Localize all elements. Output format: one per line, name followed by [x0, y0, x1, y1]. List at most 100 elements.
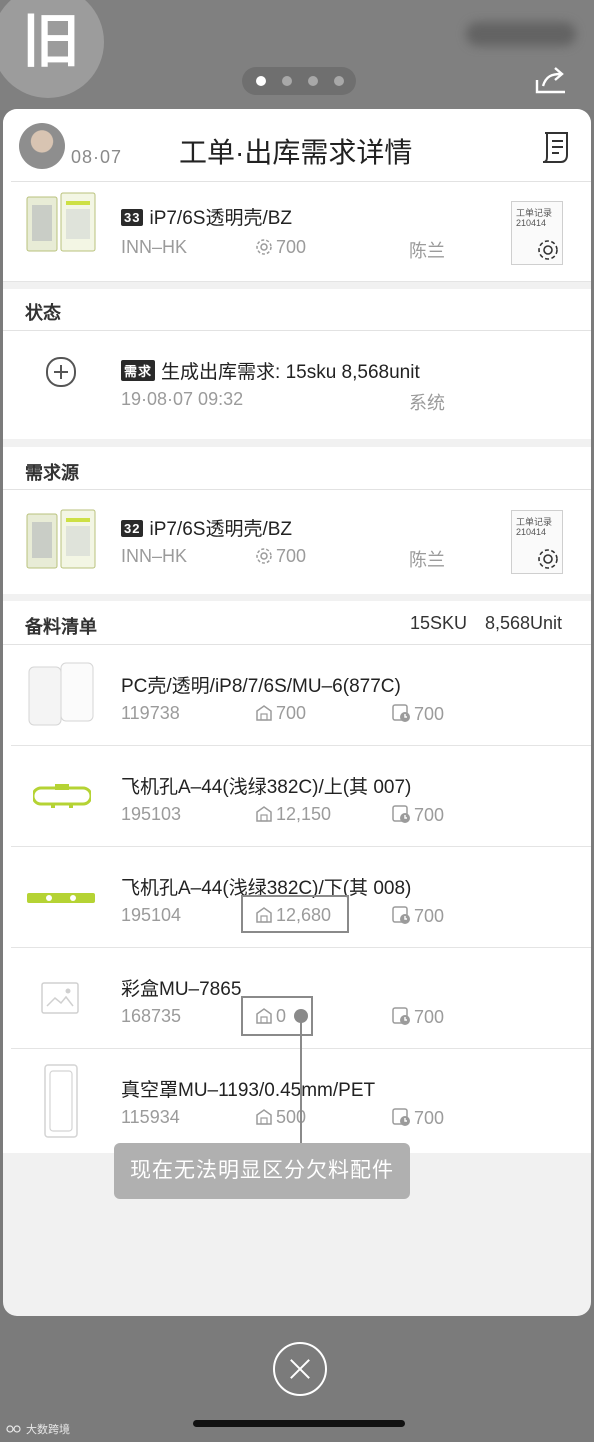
document-icon[interactable]	[539, 129, 573, 165]
green-clip-outline-icon	[33, 784, 91, 808]
materials-unit-count: 8,568Unit	[485, 613, 563, 633]
page-dot-2[interactable]	[282, 76, 292, 86]
status-event-row: 需求 生成出库需求: 15sku 8,568unit 19·08·07 09:32…	[3, 331, 591, 439]
page-dot-4[interactable]	[334, 76, 344, 86]
source-record-number: 210414	[516, 527, 547, 537]
vacuum-cover-icon	[44, 1064, 78, 1138]
product-thumbnail-icon	[26, 509, 96, 569]
item-required: 700	[391, 905, 444, 927]
source-person: 陈兰	[409, 550, 445, 570]
avatar[interactable]	[19, 123, 65, 169]
item-stock-value: 12,150	[276, 804, 332, 824]
product-thumbnail-icon	[26, 192, 96, 252]
status-event-text: 生成出库需求: 15sku 8,568unit	[161, 362, 420, 383]
work-order-row[interactable]: 33 iP7/6S透明壳/BZ INN–HK 700 陈兰 工单记录 210414	[3, 181, 591, 281]
work-order-quantity-value: 700	[276, 237, 307, 257]
phone-case-icon	[28, 662, 94, 726]
demand-clock-icon	[392, 805, 410, 823]
watermark: 大数跨境	[6, 1421, 70, 1437]
work-order-name: iP7/6S透明壳/BZ	[149, 208, 293, 229]
item-required-value: 700	[414, 704, 445, 724]
settings-gear-icon	[538, 549, 558, 569]
list-item[interactable]: 飞机孔A–44(浅绿382C)/下(其 008) 195104 12,680 7…	[3, 847, 591, 948]
source-section-label: 需求源	[25, 463, 79, 483]
item-stock: 12,150	[255, 804, 331, 825]
top-bar: 旧	[0, 0, 594, 110]
materials-sku-count: 15SKU	[410, 613, 468, 633]
gear-icon	[256, 548, 272, 564]
item-required: 700	[391, 1006, 444, 1028]
item-required-value: 700	[414, 906, 445, 926]
home-indicator[interactable]	[193, 1420, 405, 1427]
status-event: 需求 生成出库需求: 15sku 8,568unit	[121, 357, 420, 384]
status-section-header: 状态	[3, 289, 591, 331]
highlight-box	[241, 895, 349, 933]
item-name: PC壳/透明/iP8/7/6S/MU–6(877C)	[121, 676, 401, 697]
record-number: 210414	[516, 218, 547, 228]
list-item[interactable]: 彩盒MU–7865 168735 0 700	[3, 948, 591, 1049]
warehouse-icon	[256, 705, 272, 721]
source-quantity-value: 700	[276, 546, 307, 566]
source-order-name: iP7/6S透明壳/BZ	[149, 519, 293, 540]
materials-section-header: 备料清单 15SKU 8,568Unit	[3, 601, 591, 645]
order-tag: 33	[121, 209, 144, 226]
gear-icon	[256, 239, 272, 255]
list-item[interactable]: 真空罩MU–1193/0.45mm/PET 115934 500 700	[3, 1049, 591, 1153]
item-code: 168735	[121, 1006, 182, 1026]
status-timestamp: 19·08·07 09:32	[121, 389, 244, 409]
list-item[interactable]: 飞机孔A–44(浅绿382C)/上(其 007) 195103 12,150 7…	[3, 746, 591, 847]
warehouse-icon	[256, 806, 272, 822]
close-button[interactable]	[273, 1342, 327, 1396]
work-order-title: 33 iP7/6S透明壳/BZ	[121, 203, 292, 230]
settings-gear-icon	[538, 240, 558, 260]
demand-clock-icon	[392, 1108, 410, 1126]
item-code: 119738	[121, 703, 180, 723]
page-title: 工单·出库需求详情	[179, 137, 413, 168]
demand-clock-icon	[392, 1007, 410, 1025]
materials-section-label: 备料清单	[25, 617, 97, 637]
materials-list[interactable]: PC壳/透明/iP8/7/6S/MU–6(877C) 119738 700 70…	[3, 645, 591, 1153]
source-record-card[interactable]: 工单记录 210414	[511, 510, 563, 574]
header-date: 08·07	[71, 147, 123, 167]
watermark-logo-icon	[6, 1425, 21, 1433]
watermark-text: 大数跨境	[26, 1424, 70, 1436]
green-bar-icon	[27, 893, 95, 903]
item-stock-value: 700	[276, 703, 307, 723]
item-required-value: 700	[414, 805, 445, 825]
item-required: 700	[391, 703, 444, 725]
item-required-value: 700	[414, 1108, 445, 1128]
image-placeholder-icon	[41, 982, 79, 1014]
work-record-card[interactable]: 工单记录 210414	[511, 201, 563, 265]
work-order-location: INN–HK	[121, 237, 188, 257]
item-stock: 500	[255, 1107, 306, 1128]
page-indicator[interactable]	[242, 67, 356, 95]
demand-tag: 需求	[121, 360, 156, 381]
annotation-pointer-line	[300, 1014, 302, 1144]
demand-clock-icon	[392, 906, 410, 924]
source-quantity: 700	[255, 546, 306, 567]
page-dot-3[interactable]	[308, 76, 318, 86]
detail-card: 08·07 工单·出库需求详情 33 iP7/6S透明壳/BZ INN–HK 7…	[3, 109, 591, 1316]
item-code: 195103	[121, 804, 182, 824]
add-circle-icon[interactable]	[46, 357, 76, 387]
status-actor: 系统	[409, 393, 445, 413]
item-required: 700	[391, 1107, 444, 1129]
share-icon[interactable]	[534, 66, 568, 96]
old-version-label: 旧	[22, 9, 81, 74]
source-section-header: 需求源	[3, 447, 591, 490]
page-dot-1[interactable]	[256, 76, 266, 86]
work-order-person: 陈兰	[409, 241, 445, 261]
item-stock: 700	[255, 703, 306, 724]
item-name: 真空罩MU–1193/0.45mm/PET	[121, 1080, 376, 1101]
source-tag: 32	[121, 520, 144, 537]
item-name: 彩盒MU–7865	[121, 979, 242, 1000]
item-code: 195104	[121, 905, 182, 925]
status-section-label: 状态	[25, 303, 61, 323]
item-required-value: 700	[414, 1007, 445, 1027]
status-bar-blurred	[466, 22, 576, 46]
list-item[interactable]: PC壳/透明/iP8/7/6S/MU–6(877C) 119738 700 70…	[3, 645, 591, 746]
annotation-tooltip: 现在无法明显区分欠料配件	[114, 1143, 410, 1199]
item-name: 飞机孔A–44(浅绿382C)/上(其 007)	[121, 777, 412, 798]
source-order-row[interactable]: 32 iP7/6S透明壳/BZ INN–HK 700 陈兰 工单记录 210414	[3, 490, 591, 594]
card-header: 08·07 工单·出库需求详情 33 iP7/6S透明壳/BZ INN–HK 7…	[3, 109, 591, 282]
